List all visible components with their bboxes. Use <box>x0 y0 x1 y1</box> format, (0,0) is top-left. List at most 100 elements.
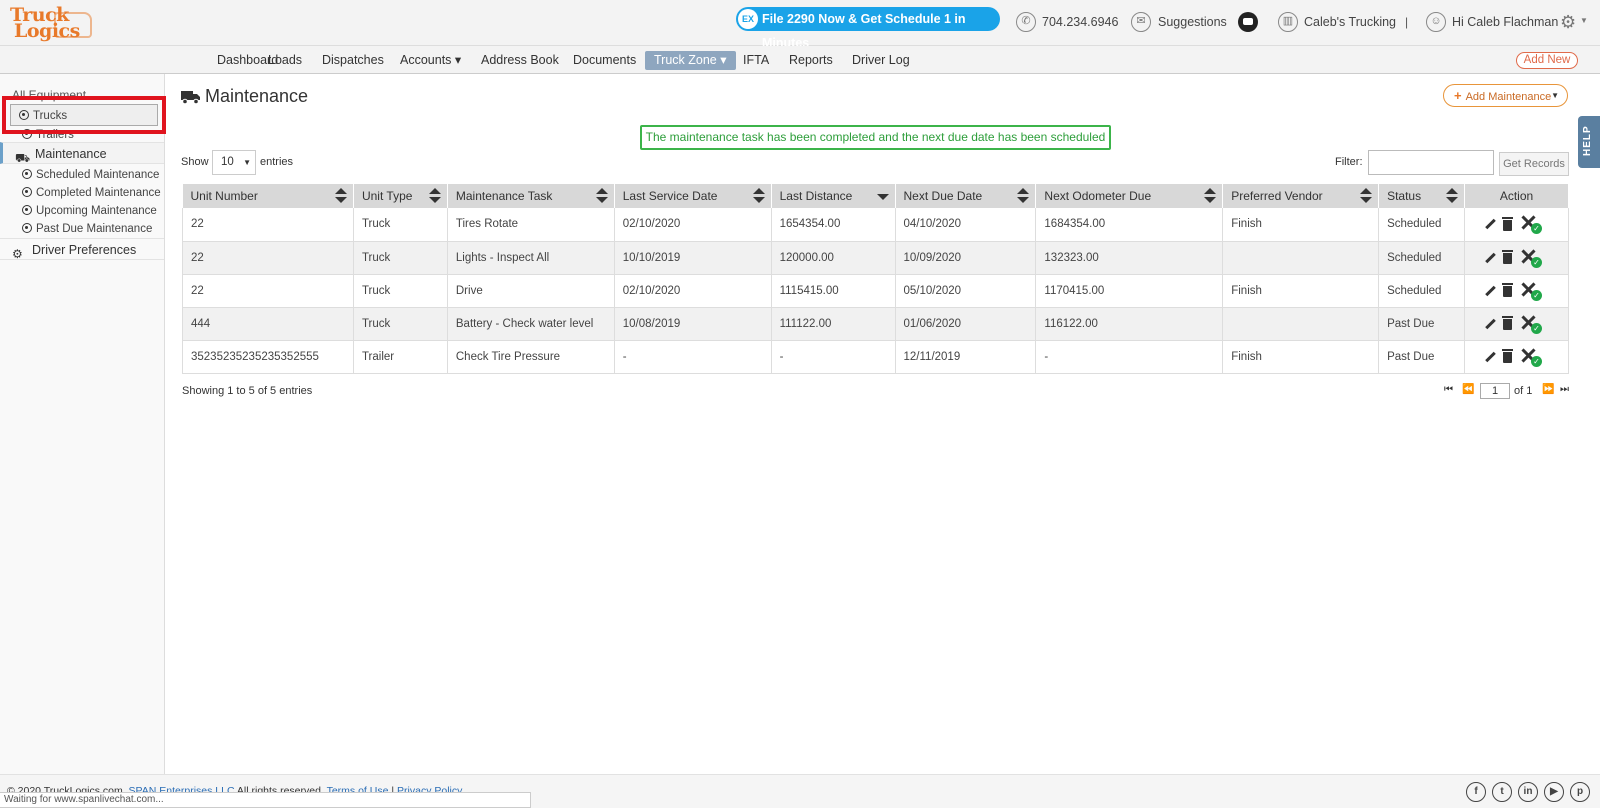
sidebar-item-past-due[interactable]: Past Due Maintenance <box>22 222 152 235</box>
prev-page-icon[interactable]: ⏪ <box>1462 382 1474 398</box>
mail-icon: ✉ <box>1131 12 1151 32</box>
phone-number[interactable]: 704.234.6946 <box>1042 10 1118 34</box>
sort-icon[interactable] <box>595 188 608 204</box>
gear-icon[interactable]: ⚙ <box>1560 10 1576 34</box>
complete-maintenance-icon[interactable]: ✓ <box>1520 214 1543 235</box>
get-records-button[interactable]: Get Records <box>1499 152 1569 176</box>
sort-icon[interactable] <box>1360 188 1373 204</box>
page-size-select[interactable]: 10 ▼ <box>212 150 256 175</box>
nav-driver-log[interactable]: Driver Log <box>843 51 919 70</box>
chat-icon[interactable] <box>1238 12 1258 32</box>
table-header-row: Unit Number Unit Type Maintenance Task L… <box>182 184 1569 208</box>
delete-icon[interactable] <box>1502 349 1514 363</box>
nav-accounts[interactable]: Accounts ▾ <box>391 51 470 70</box>
delete-icon[interactable] <box>1502 283 1514 297</box>
complete-maintenance-icon[interactable]: ✓ <box>1520 248 1543 268</box>
sort-desc-icon[interactable] <box>876 188 889 204</box>
sidebar-item-upcoming[interactable]: Upcoming Maintenance <box>22 204 157 217</box>
first-page-icon[interactable]: ⏮ <box>1444 382 1453 398</box>
sidebar-item-trucks[interactable]: Trucks <box>10 104 158 126</box>
col-next-due-date[interactable]: Next Due Date <box>895 184 1037 208</box>
suggestions-link[interactable]: Suggestions <box>1158 10 1227 34</box>
last-page-icon[interactable]: ⏭ <box>1560 382 1569 398</box>
plus-icon: + <box>1454 88 1462 103</box>
pinterest-icon[interactable]: p <box>1570 782 1590 802</box>
cell-action: ✓ <box>1464 208 1569 242</box>
cell-next-due-date: 01/06/2020 <box>895 307 1037 341</box>
complete-maintenance-icon[interactable]: ✓ <box>1520 314 1543 334</box>
phone-icon: ✆ <box>1016 12 1036 32</box>
page-number-input[interactable]: 1 <box>1480 383 1510 399</box>
radio-dot-icon <box>22 205 32 215</box>
twitter-icon[interactable]: t <box>1492 782 1512 802</box>
nav-truck-zone[interactable]: Truck Zone ▾ <box>645 51 736 70</box>
sidebar-item-scheduled[interactable]: Scheduled Maintenance <box>22 168 159 181</box>
sort-icon[interactable] <box>334 188 347 204</box>
annotation-highlight: Trucks <box>2 96 166 134</box>
add-maintenance-button[interactable]: + Add Maintenance ▼ <box>1443 84 1568 107</box>
add-new-button[interactable]: Add New <box>1516 52 1578 69</box>
delete-icon[interactable] <box>1502 216 1514 231</box>
user-greeting[interactable]: Hi Caleb Flachman <box>1452 10 1558 34</box>
table-row: 22 Truck Lights - Inspect All 10/10/2019 120… <box>182 241 1569 275</box>
col-last-distance[interactable]: Last Distance <box>771 184 896 208</box>
complete-maintenance-icon[interactable]: ✓ <box>1520 281 1543 301</box>
sidebar-item-maintenance[interactable]: ⛟ Maintenance <box>0 142 164 165</box>
delete-icon[interactable] <box>1502 316 1514 330</box>
edit-icon[interactable] <box>1485 286 1495 296</box>
nav-reports[interactable]: Reports <box>780 51 842 70</box>
maintenance-table: Unit Number Unit Type Maintenance Task L… <box>182 184 1569 374</box>
cell-last-distance: 111122.00 <box>771 307 896 341</box>
col-unit-type[interactable]: Unit Type <box>353 184 448 208</box>
table-row: 35235235235235352555 Trailer Check Tire Pr… <box>182 340 1569 374</box>
edit-icon[interactable] <box>1485 253 1495 263</box>
cell-preferred-vendor: Finish <box>1222 274 1380 308</box>
nav-dispatches[interactable]: Dispatches <box>313 51 393 70</box>
sort-icon[interactable] <box>1446 188 1459 204</box>
cell-last-distance: - <box>771 340 896 374</box>
sidebar-item-completed[interactable]: Completed Maintenance <box>22 186 161 199</box>
edit-icon[interactable] <box>1485 319 1495 329</box>
cell-next-due-date: 10/09/2020 <box>895 241 1037 275</box>
next-page-icon[interactable]: ⏩ <box>1542 382 1554 398</box>
col-status[interactable]: Status <box>1378 184 1466 208</box>
cell-status: Past Due <box>1378 340 1466 374</box>
col-last-service-date[interactable]: Last Service Date <box>614 184 772 208</box>
nav-ifta[interactable]: IFTA <box>734 51 778 70</box>
nav-address-book[interactable]: Address Book <box>472 51 568 70</box>
cell-unit-type: Truck <box>353 241 448 275</box>
col-next-odometer-due[interactable]: Next Odometer Due <box>1035 184 1224 208</box>
youtube-icon[interactable]: ▶ <box>1544 782 1564 802</box>
col-preferred-vendor[interactable]: Preferred Vendor <box>1222 184 1380 208</box>
cell-unit-type: Truck <box>353 274 448 308</box>
sidebar-item-driver-preferences[interactable]: ⚙ Driver Preferences <box>0 238 164 261</box>
sort-icon[interactable] <box>752 188 765 204</box>
cell-last-distance: 1115415.00 <box>771 274 896 308</box>
cell-unit-number: 22 <box>182 208 354 242</box>
chevron-down-icon[interactable]: ▼ <box>1580 16 1588 25</box>
sort-icon[interactable] <box>1204 188 1217 204</box>
cell-status: Scheduled <box>1378 208 1466 242</box>
col-maintenance-task[interactable]: Maintenance Task <box>447 184 615 208</box>
user-gear-icon: ⚙ <box>12 247 23 261</box>
edit-icon[interactable] <box>1485 219 1495 229</box>
facebook-icon[interactable]: f <box>1466 782 1486 802</box>
col-unit-number[interactable]: Unit Number <box>182 184 354 208</box>
cell-next-due-date: 12/11/2019 <box>895 340 1037 374</box>
trucklogics-logo[interactable]: Truck Logics <box>10 4 92 42</box>
company-name[interactable]: Caleb's Trucking <box>1304 10 1396 34</box>
nav-loads[interactable]: Loads <box>259 51 311 70</box>
cell-last-service-date: 02/10/2020 <box>614 208 772 242</box>
sort-icon[interactable] <box>1017 188 1030 204</box>
nav-documents[interactable]: Documents <box>564 51 645 70</box>
logo-text-line2: Logics <box>14 20 80 42</box>
complete-maintenance-icon[interactable]: ✓ <box>1520 347 1543 367</box>
filter-input[interactable] <box>1368 150 1494 175</box>
sort-icon[interactable] <box>428 188 441 204</box>
cell-unit-number: 22 <box>182 241 354 275</box>
help-tab[interactable]: HELP <box>1578 116 1600 168</box>
edit-icon[interactable] <box>1485 352 1495 362</box>
linkedin-icon[interactable]: in <box>1518 782 1538 802</box>
delete-icon[interactable] <box>1502 250 1514 264</box>
file-2290-promo-button[interactable]: EX File 2290 Now & Get Schedule 1 in Min… <box>736 7 1000 50</box>
